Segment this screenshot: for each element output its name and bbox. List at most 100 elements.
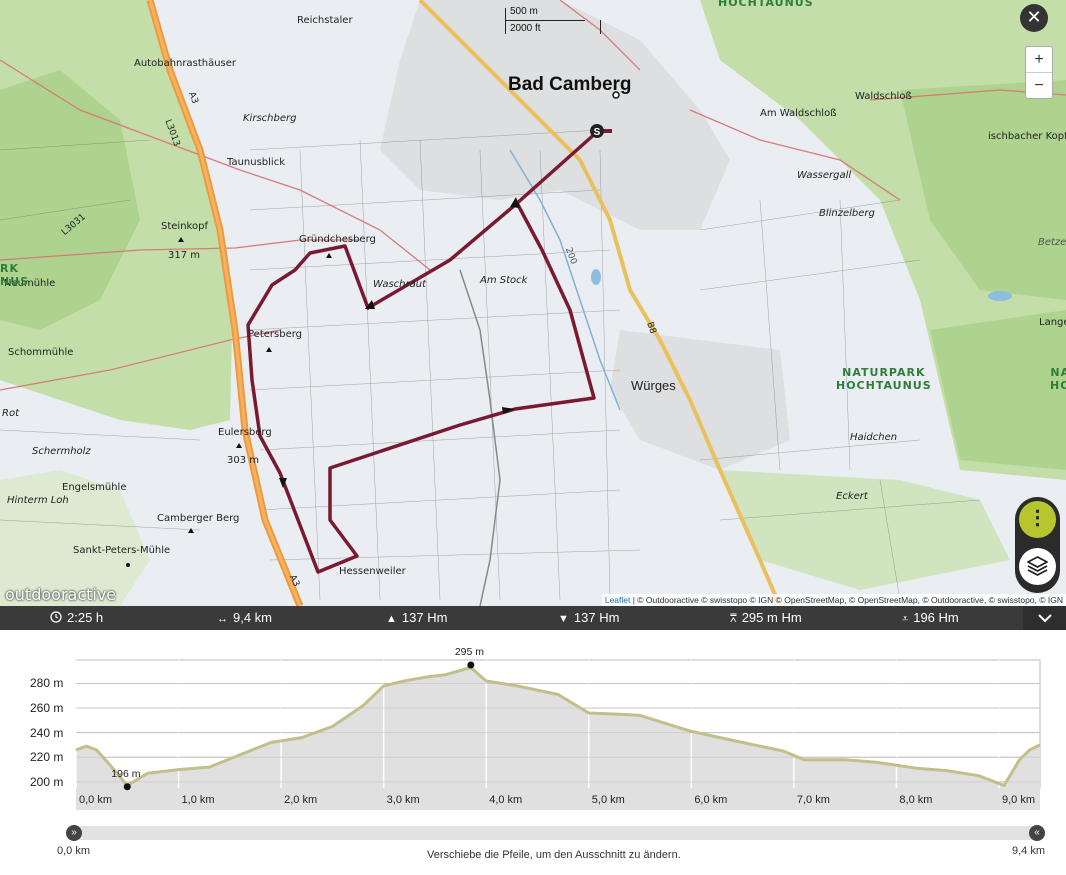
map-label-rot: Rot bbox=[2, 408, 19, 419]
map-attribution: Leaflet | © Outdooractive © swisstopo © … bbox=[601, 594, 1066, 606]
layers-button[interactable] bbox=[1019, 548, 1056, 585]
outdooractive-logo: outdooractive bbox=[5, 585, 117, 604]
elevation-chart bbox=[75, 659, 1041, 810]
lowest-point-icon: ⩡ bbox=[902, 613, 909, 625]
stat-highest-value: 295 m Hm bbox=[741, 610, 802, 625]
map-label-gruendchesberg: Gründchesberg bbox=[299, 234, 376, 245]
map-label-reichstaler: Reichstaler bbox=[297, 15, 353, 26]
svg-text:S: S bbox=[594, 127, 601, 138]
y-tick-label: 220 m bbox=[30, 750, 64, 765]
stat-lowest-point: ⩡ 196 Hm bbox=[902, 606, 959, 630]
map-label-schermholz: Schermholz bbox=[32, 446, 91, 457]
elevation-annotation: 295 m bbox=[454, 646, 485, 658]
stat-duration: 2:25 h bbox=[50, 606, 103, 630]
stats-expand-button[interactable] bbox=[1023, 606, 1066, 630]
map-label-am-waldschloss: Am Waldschloß bbox=[760, 108, 837, 119]
descent-icon: ▼ bbox=[558, 613, 569, 625]
scale-metric: 500 m bbox=[510, 6, 538, 17]
chevron-down-icon bbox=[1037, 614, 1052, 623]
slider-end-label: 9,4 km bbox=[1012, 845, 1046, 857]
elevation-marker bbox=[123, 783, 131, 791]
stat-lowest-value: 196 Hm bbox=[913, 610, 959, 625]
map-label-blinzelberg: Blinzelberg bbox=[819, 208, 875, 219]
slider-hint: Verschiebe die Pfeile, um den Ausschnitt… bbox=[427, 849, 681, 861]
attribution-text: | © Outdooractive © swisstopo © IGN © Op… bbox=[630, 595, 1063, 605]
highest-point-icon: ⩞ bbox=[730, 613, 737, 625]
stat-duration-value: 2:25 h bbox=[67, 610, 104, 625]
map-label-hinterm-loh: Hinterm Loh bbox=[7, 495, 69, 506]
x-axis-band bbox=[76, 788, 1040, 810]
ascent-icon: ▲ bbox=[386, 613, 397, 625]
more-options-button[interactable]: ⋮ bbox=[1019, 501, 1056, 538]
stat-distance: ↔ 9,4 km bbox=[217, 606, 272, 630]
scale-imperial: 2000 ft bbox=[510, 23, 541, 34]
map-label-petersberg: Petersberg bbox=[248, 329, 303, 340]
map-scale-bar: 500 m 2000 ft bbox=[505, 4, 605, 40]
x-tick-label: 5,0 km bbox=[591, 794, 625, 806]
x-tick-label: 1,0 km bbox=[181, 794, 215, 806]
map-label-engelsmuehle: Engelsmühle bbox=[62, 482, 127, 493]
range-slider: » « 0,0 km 9,4 km Verschiebe die Pfeile,… bbox=[0, 820, 1066, 875]
map-view[interactable]: S Bad Camberg Würges Reichstaler Autobah… bbox=[0, 0, 1066, 606]
x-tick-label: 4,0 km bbox=[489, 794, 523, 806]
map-label-waschraut: Waschraut bbox=[373, 279, 427, 290]
map-label-steinkopf-elevation: 317 m bbox=[168, 250, 201, 261]
map-label-haidchen: Haidchen bbox=[850, 432, 898, 443]
leaflet-link[interactable]: Leaflet bbox=[605, 595, 631, 605]
slider-track[interactable] bbox=[69, 826, 1043, 840]
map-label-schommuehle: Schommühle bbox=[8, 347, 74, 358]
stat-ascent: ▲ 137 Hm bbox=[386, 606, 447, 630]
zoom-in-button[interactable]: + bbox=[1026, 47, 1052, 72]
map-label-ischbacher-kopf: ischbacher Kopf bbox=[988, 131, 1066, 142]
map-label-hochtaunus-top: HOCHTAUNUS bbox=[718, 0, 814, 9]
map-label-langeb: Langeb bbox=[1039, 317, 1066, 328]
x-tick-label: 2,0 km bbox=[284, 794, 318, 806]
map-label-steinkopf: Steinkopf bbox=[161, 221, 208, 232]
slider-start-handle[interactable]: » bbox=[66, 825, 82, 841]
zoom-control: + − bbox=[1025, 46, 1053, 99]
distance-icon: ↔ bbox=[217, 613, 228, 625]
tour-stats-bar: 2:25 h ↔ 9,4 km ▲ 137 Hm ▼ 137 Hm ⩞ 295 m Hm… bbox=[0, 606, 1066, 630]
stat-distance-value: 9,4 km bbox=[233, 610, 273, 625]
stat-descent: ▼ 137 Hm bbox=[558, 606, 619, 630]
x-tick-label: 3,0 km bbox=[386, 794, 420, 806]
map-label-rk-nus: RK NUS bbox=[0, 262, 30, 288]
x-tick-label: 7,0 km bbox=[796, 794, 830, 806]
map-label-eckert: Eckert bbox=[836, 491, 868, 502]
map-label-wuerges: Würges bbox=[631, 378, 676, 393]
elevation-annotation: 196 m bbox=[111, 767, 141, 780]
clock-icon bbox=[50, 611, 62, 623]
map-label-eulersberg-elevation: 303 m bbox=[227, 455, 260, 466]
slider-end-handle[interactable]: « bbox=[1029, 825, 1045, 841]
map-label-camberger-berg: Camberger Berg bbox=[157, 513, 240, 524]
map-label-taunusblick: Taunusblick bbox=[227, 157, 285, 168]
map-label-wassergall: Wassergall bbox=[797, 170, 852, 181]
map-label-hessenweiler: Hessenweiler bbox=[339, 566, 406, 577]
slider-start-label: 0,0 km bbox=[57, 845, 91, 857]
elevation-marker bbox=[467, 661, 475, 669]
map-label-am-stock: Am Stock bbox=[480, 275, 528, 286]
map-label-na-ho: NA HO bbox=[1050, 366, 1066, 392]
map-label-kirschberg: Kirschberg bbox=[243, 113, 297, 124]
zoom-out-button[interactable]: − bbox=[1026, 72, 1052, 98]
map-label-naturpark-hochtaunus: NATURPARK HOCHTAUNUS bbox=[836, 366, 932, 392]
x-tick-label: 6,0 km bbox=[694, 794, 728, 806]
map-label-betze: Betze bbox=[1038, 237, 1066, 248]
y-tick-label: 280 m bbox=[30, 676, 64, 691]
x-tick-label: 8,0 km bbox=[899, 794, 933, 806]
y-tick-label: 240 m bbox=[30, 725, 64, 740]
stat-ascent-value: 137 Hm bbox=[401, 610, 448, 625]
map-label-eulersberg: Eulersberg bbox=[218, 427, 272, 438]
map-label-waldschloss: Waldschloß bbox=[855, 91, 912, 102]
map-label-autobahnrasthaeuser: Autobahnrasthäuser bbox=[134, 58, 237, 69]
y-tick-label: 260 m bbox=[30, 701, 64, 716]
map-label-bad-camberg: Bad Camberg bbox=[508, 74, 632, 95]
layers-icon bbox=[1027, 556, 1048, 576]
x-tick-label: 9,0 km bbox=[1001, 794, 1035, 806]
map-label-sankt-peters-muehle: Sankt-Peters-Mühle bbox=[73, 545, 171, 556]
close-button[interactable]: ✕ bbox=[1020, 4, 1048, 32]
y-tick-label: 200 m bbox=[30, 774, 64, 789]
elevation-profile[interactable]: 200 m 220 m 240 m 260 m 280 m 0,0 km 1,0 km 2,… bbox=[0, 640, 1066, 820]
stat-highest-point: ⩞ 295 m Hm bbox=[730, 606, 802, 630]
stat-descent-value: 137 Hm bbox=[573, 610, 620, 625]
